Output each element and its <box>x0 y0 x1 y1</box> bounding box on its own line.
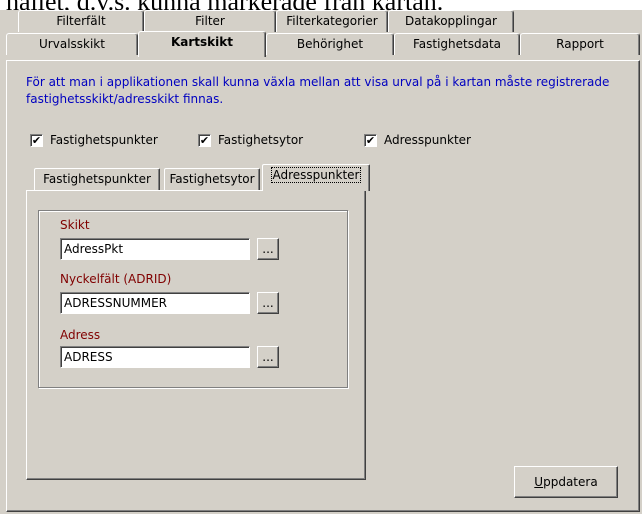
subtab-label: Adresspunkter <box>270 167 362 183</box>
checkbox-mark[interactable]: ✔ <box>198 133 211 147</box>
skikt-browse-button[interactable]: ... <box>257 238 279 260</box>
adress-field[interactable]: ADRESS <box>60 346 250 368</box>
tab-kartskikt[interactable]: Kartskikt <box>138 31 266 57</box>
skikt-label: Skikt <box>60 218 90 232</box>
checkbox-mark[interactable]: ✔ <box>30 133 43 147</box>
checkbox-fastighetspunkter[interactable]: ✔ Fastighetspunkter <box>30 132 158 148</box>
update-button[interactable]: Uppdatera <box>514 466 618 498</box>
checkbox-label: Fastighetsytor <box>218 133 304 147</box>
checkbox-fastighetsytor[interactable]: ✔ Fastighetsytor <box>198 132 303 148</box>
tab-rapport[interactable]: Rapport <box>520 33 640 55</box>
subtab-adresspunkter[interactable]: Adresspunkter <box>262 164 370 191</box>
adress-browse-button[interactable]: ... <box>257 346 279 368</box>
skikt-field[interactable]: AdressPkt <box>60 238 250 260</box>
update-button-label: ppdatera <box>543 475 598 489</box>
checkbox-adresspunkter[interactable]: ✔ Adresspunkter <box>364 132 471 148</box>
tab-fastighetsdata[interactable]: Fastighetsdata <box>394 33 520 55</box>
tab-datakopplingar[interactable]: Datakopplingar <box>388 10 514 32</box>
tab-filterkategorier[interactable]: Filterkategorier <box>276 10 388 32</box>
checkbox-label: Adresspunkter <box>384 133 471 147</box>
update-button-accel: U <box>534 475 544 489</box>
info-text: För att man i applikationen skall kunna … <box>26 75 610 106</box>
nyckelfalt-label: Nyckelfält (ADRID) <box>60 272 172 286</box>
tab-behorighet[interactable]: Behörighet <box>266 33 394 55</box>
tab-filterfalt[interactable]: Filterfält <box>18 10 144 32</box>
nyckelfalt-field[interactable]: ADRESSNUMMER <box>60 292 250 314</box>
nyckelfalt-browse-button[interactable]: ... <box>257 292 279 314</box>
subtab-fastighetsytor[interactable]: Fastighetsytor <box>164 168 260 190</box>
checkbox-label: Fastighetspunkter <box>50 133 158 147</box>
tab-filter[interactable]: Filter <box>144 10 276 32</box>
tab-urvalsskikt[interactable]: Urvalsskikt <box>6 33 138 55</box>
checkbox-mark[interactable]: ✔ <box>364 133 377 147</box>
adress-label: Adress <box>60 328 101 342</box>
subtab-fastighetspunkter[interactable]: Fastighetspunkter <box>34 168 160 190</box>
